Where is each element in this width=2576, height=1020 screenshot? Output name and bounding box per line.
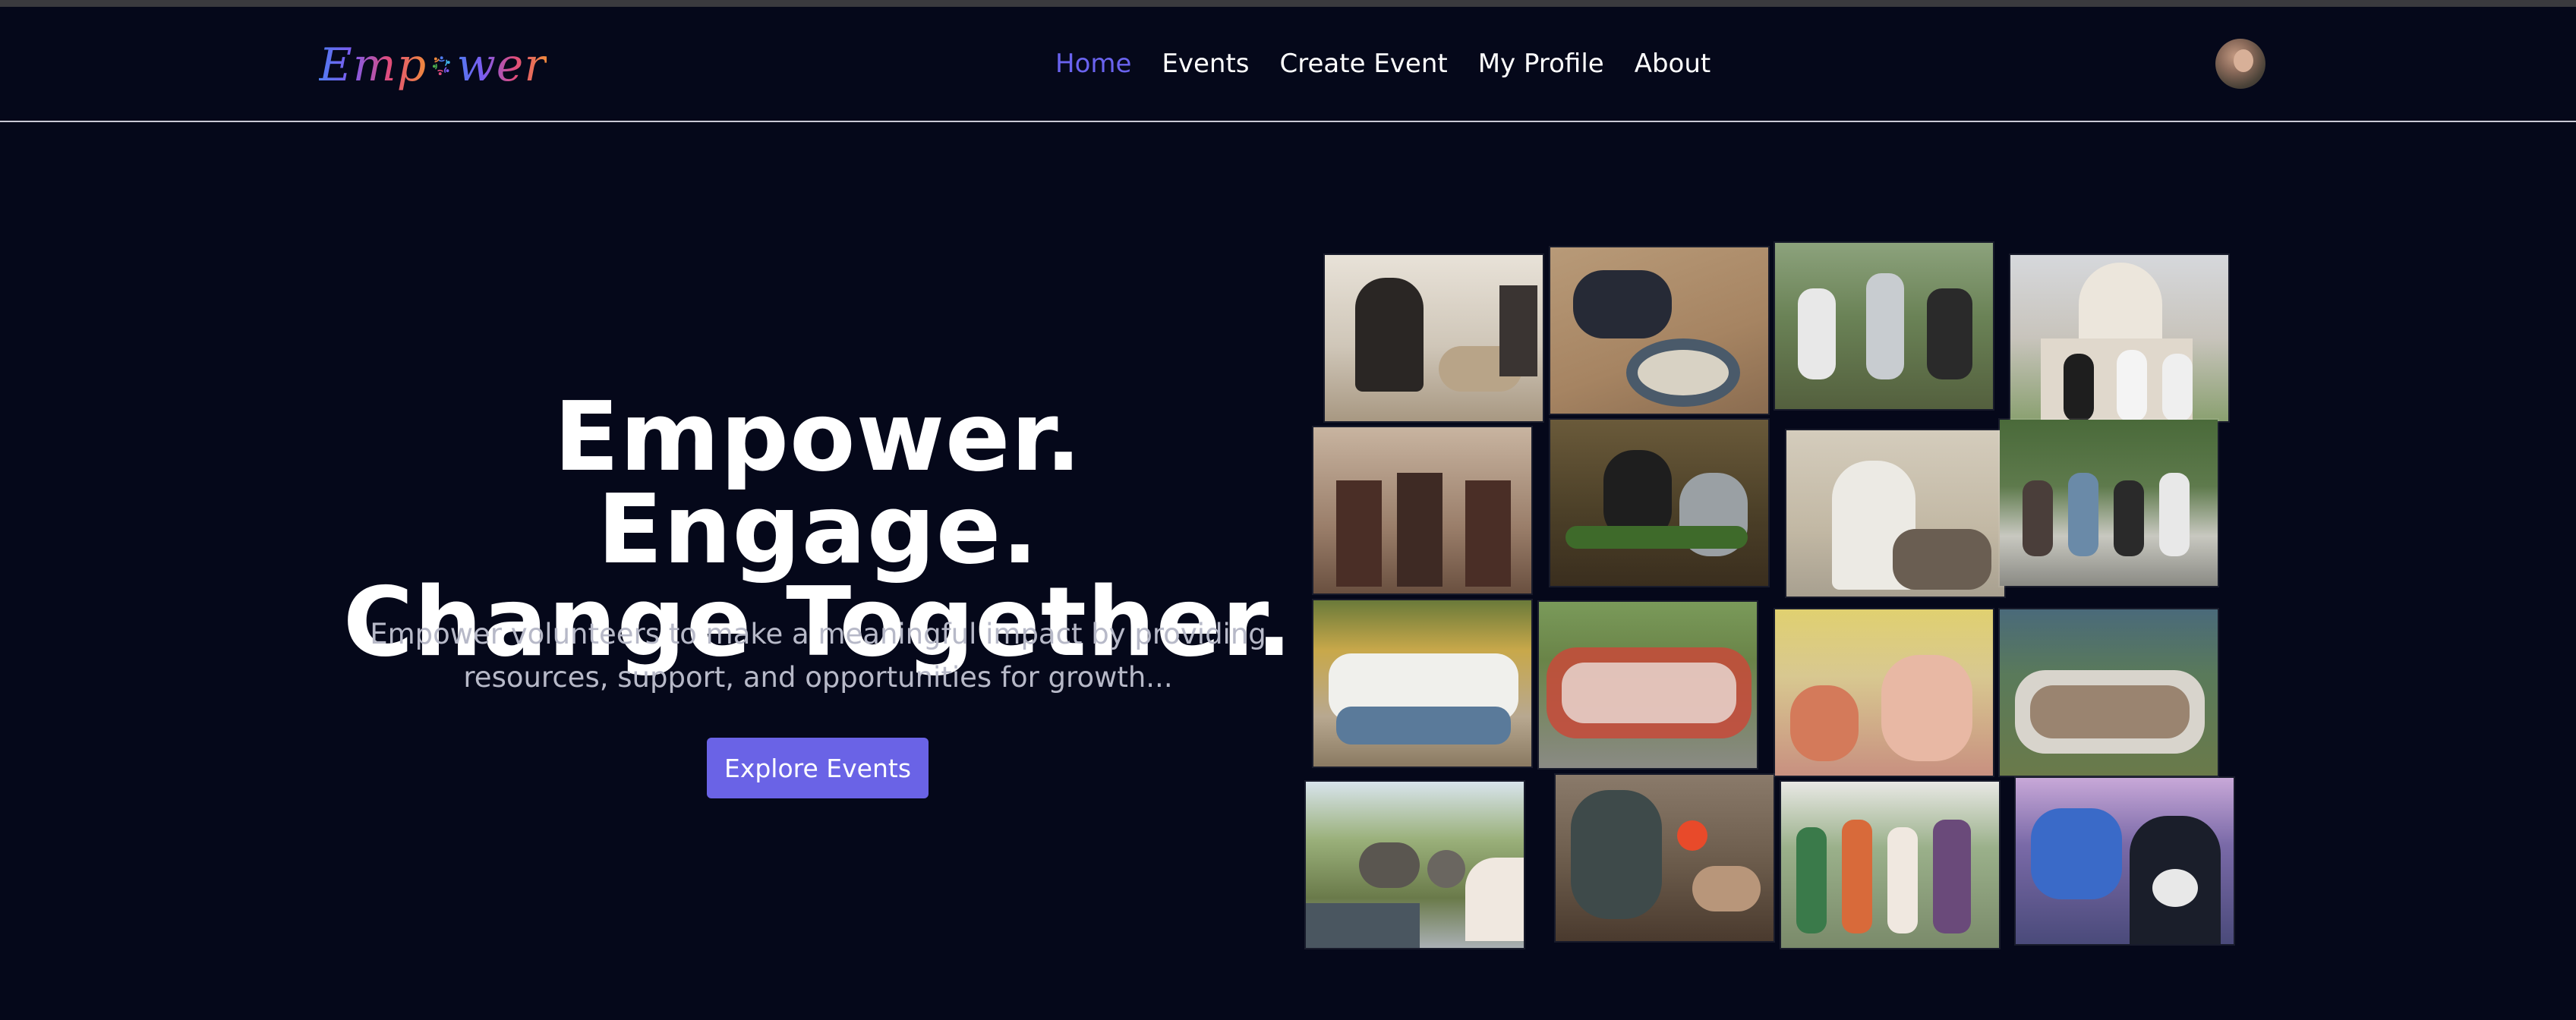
gallery-photo xyxy=(1556,775,1774,941)
people-circle-icon xyxy=(433,56,450,76)
gallery-photo xyxy=(1550,420,1768,586)
hero-subtitle: Empower volunteers to make a meaningful … xyxy=(357,612,1279,699)
gallery-photo xyxy=(1539,602,1757,768)
gallery-photo xyxy=(2000,420,2218,586)
gallery-photo xyxy=(1775,243,1993,409)
gallery-photo xyxy=(2000,609,2218,776)
gallery-photo xyxy=(2010,255,2228,421)
logo-text-right: wer xyxy=(456,39,547,92)
main-nav: Home Events Create Event My Profile Abou… xyxy=(1055,7,1711,121)
explore-events-button[interactable]: Explore Events xyxy=(707,738,929,798)
logo-text-left: Emp xyxy=(319,39,427,92)
gallery-photo xyxy=(1325,255,1543,421)
nav-home[interactable]: Home xyxy=(1055,49,1131,79)
nav-events[interactable]: Events xyxy=(1162,49,1249,79)
nav-about[interactable]: About xyxy=(1635,49,1711,79)
brand-logo[interactable]: Emp wer xyxy=(319,24,547,107)
gallery-photo xyxy=(1313,427,1531,593)
gallery-photo xyxy=(1550,247,1768,414)
nav-create-event[interactable]: Create Event xyxy=(1280,49,1448,79)
hero-title-line1: Empower. Engage. xyxy=(553,381,1083,585)
gallery-photo xyxy=(1306,782,1524,948)
gallery-photo xyxy=(1313,600,1531,767)
gallery-photo xyxy=(1786,430,2004,597)
gallery-photo xyxy=(1775,609,1993,776)
nav-my-profile[interactable]: My Profile xyxy=(1478,49,1604,79)
user-avatar[interactable] xyxy=(2215,39,2265,89)
gallery-photo xyxy=(2016,778,2234,944)
hero-subtitle-line2: resources, support, and opportunities fo… xyxy=(463,661,1173,694)
hero-subtitle-line1: Empower volunteers to make a meaningful … xyxy=(370,618,1266,650)
browser-top-strip xyxy=(0,0,2576,7)
gallery-photo xyxy=(1781,782,1999,948)
navbar: Emp wer Home Events Create Event My Prof… xyxy=(0,7,2576,122)
